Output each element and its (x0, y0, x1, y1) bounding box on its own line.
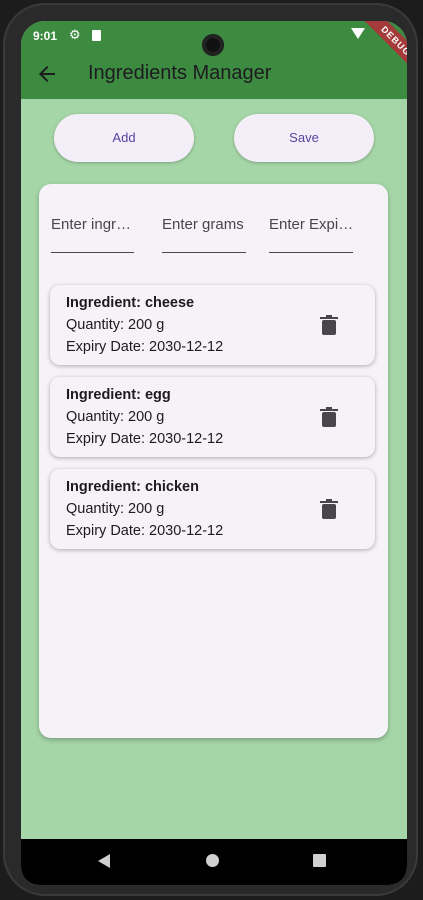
ingredient-field[interactable] (51, 216, 134, 253)
wifi-icon (351, 28, 365, 39)
nav-recents-icon[interactable] (313, 854, 326, 867)
trash-icon[interactable] (320, 499, 338, 519)
add-button[interactable]: Add (54, 114, 194, 162)
phone-frame: 9:01 ⚙ Ingredients Manager DEBUG Add Sav… (3, 3, 418, 896)
back-arrow-icon[interactable] (35, 62, 59, 86)
ingredient-item: Ingredient: cheese Quantity: 200 g Expir… (50, 285, 375, 365)
ingredient-name: Ingredient: egg (66, 387, 171, 403)
ingredient-input[interactable] (51, 216, 134, 233)
grams-field[interactable] (162, 216, 246, 253)
ingredient-expiry: Expiry Date: 2030-12-12 (66, 523, 224, 539)
trash-icon[interactable] (320, 407, 338, 427)
expiry-input[interactable] (269, 216, 353, 233)
ingredient-quantity: Quantity: 200 g (66, 317, 165, 333)
ingredient-quantity: Quantity: 200 g (66, 501, 165, 517)
ingredient-expiry: Expiry Date: 2030-12-12 (66, 339, 224, 355)
save-button[interactable]: Save (234, 114, 374, 162)
status-time: 9:01 (33, 29, 58, 43)
gear-icon: ⚙ (69, 27, 81, 42)
trash-icon[interactable] (320, 315, 338, 335)
ingredients-card: Ingredient: cheese Quantity: 200 g Expir… (39, 184, 388, 738)
nav-home-icon[interactable] (206, 854, 219, 867)
sd-card-icon (92, 30, 101, 41)
ingredient-item: Ingredient: egg Quantity: 200 g Expiry D… (50, 377, 375, 457)
ingredient-expiry: Expiry Date: 2030-12-12 (66, 431, 224, 447)
camera-cutout (202, 34, 224, 56)
system-nav-bar (21, 839, 407, 885)
ingredient-name: Ingredient: chicken (66, 479, 199, 495)
screen: 9:01 ⚙ Ingredients Manager DEBUG Add Sav… (21, 21, 407, 885)
expiry-field[interactable] (269, 216, 353, 253)
ingredient-name: Ingredient: cheese (66, 295, 195, 311)
ingredient-item: Ingredient: chicken Quantity: 200 g Expi… (50, 469, 375, 549)
app-bar: Ingredients Manager (21, 49, 407, 99)
ingredient-quantity: Quantity: 200 g (66, 409, 165, 425)
grams-input[interactable] (162, 216, 246, 233)
nav-back-icon[interactable] (98, 854, 110, 868)
page-title: Ingredients Manager (88, 62, 272, 84)
